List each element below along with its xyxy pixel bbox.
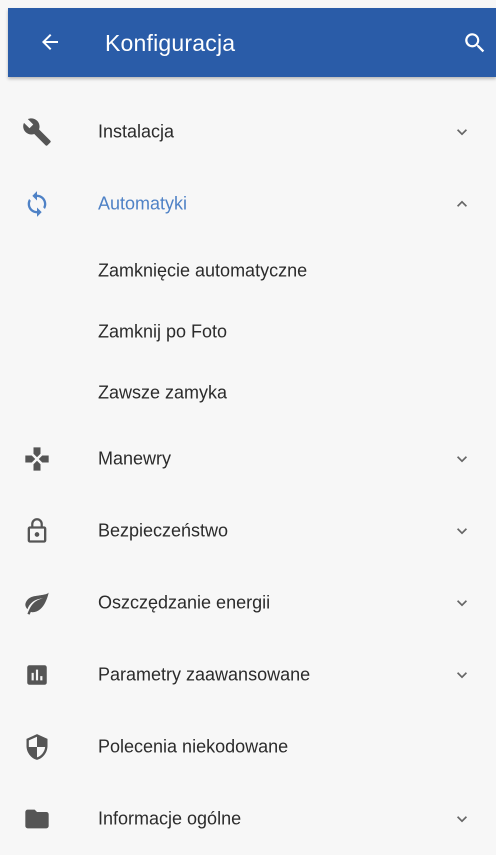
chevron-down-icon[interactable] [452, 521, 472, 541]
menu-item-label: Oszczędzanie energii [98, 592, 271, 613]
submenu-item-zamknij-po-foto[interactable]: Zamknij po Foto [0, 301, 496, 362]
menu-item-parametry-zaawansowane[interactable]: Parametry zaawansowane [0, 639, 496, 711]
menu-item-polecenia-niekodowane[interactable]: Polecenia niekodowane [0, 711, 496, 783]
menu-item-label: Manewry [98, 448, 172, 469]
shield-icon [22, 732, 52, 762]
lock-icon [22, 516, 52, 546]
submenu-item-zamkniecie-automatyczne[interactable]: Zamknięcie automatyczne [0, 240, 496, 301]
gamepad-icon [22, 444, 52, 474]
menu-item-instalacja[interactable]: Instalacja [0, 96, 496, 168]
menu-item-label: Instalacja [98, 121, 175, 142]
submenu-item-label: Zamknij po Foto [98, 321, 228, 341]
chevron-down-icon[interactable] [452, 809, 472, 829]
folder-icon [22, 804, 52, 834]
chevron-down-icon[interactable] [452, 593, 472, 613]
sync-icon [22, 189, 52, 219]
menu-item-manewry[interactable]: Manewry [0, 423, 496, 495]
chevron-down-icon[interactable] [452, 449, 472, 469]
menu-item-label: Automatyki [98, 193, 188, 214]
menu-item-label: Informacje ogólne [98, 808, 242, 829]
menu-item-label: Parametry zaawansowane [98, 664, 311, 685]
submenu-item-zawsze-zamyka[interactable]: Zawsze zamyka [0, 362, 496, 423]
config-menu: Instalacja Automatyki Zamknięcie automat… [0, 96, 496, 855]
menu-item-label: Polecenia niekodowane [98, 736, 289, 757]
wrench-icon [22, 117, 52, 147]
arrow-back-icon[interactable] [38, 30, 62, 54]
menu-item-informacje-ogolne[interactable]: Informacje ogólne [0, 783, 496, 855]
submenu-item-label: Zawsze zamyka [98, 382, 228, 402]
leaf-icon [22, 588, 52, 618]
page-title: Konfiguracja [105, 30, 236, 56]
menu-item-oszczedzanie-energii[interactable]: Oszczędzanie energii [0, 567, 496, 639]
menu-item-automatyki[interactable]: Automatyki [0, 168, 496, 240]
menu-item-bezpieczenstwo[interactable]: Bezpieczeństwo [0, 495, 496, 567]
chart-icon [22, 660, 52, 690]
submenu-item-label: Zamknięcie automatyczne [98, 260, 308, 280]
app-bar: Konfiguracja [8, 8, 496, 77]
chevron-up-icon[interactable] [452, 194, 472, 214]
chevron-down-icon[interactable] [452, 665, 472, 685]
search-icon[interactable] [462, 30, 488, 56]
chevron-down-icon[interactable] [452, 122, 472, 142]
menu-item-label: Bezpieczeństwo [98, 520, 229, 541]
